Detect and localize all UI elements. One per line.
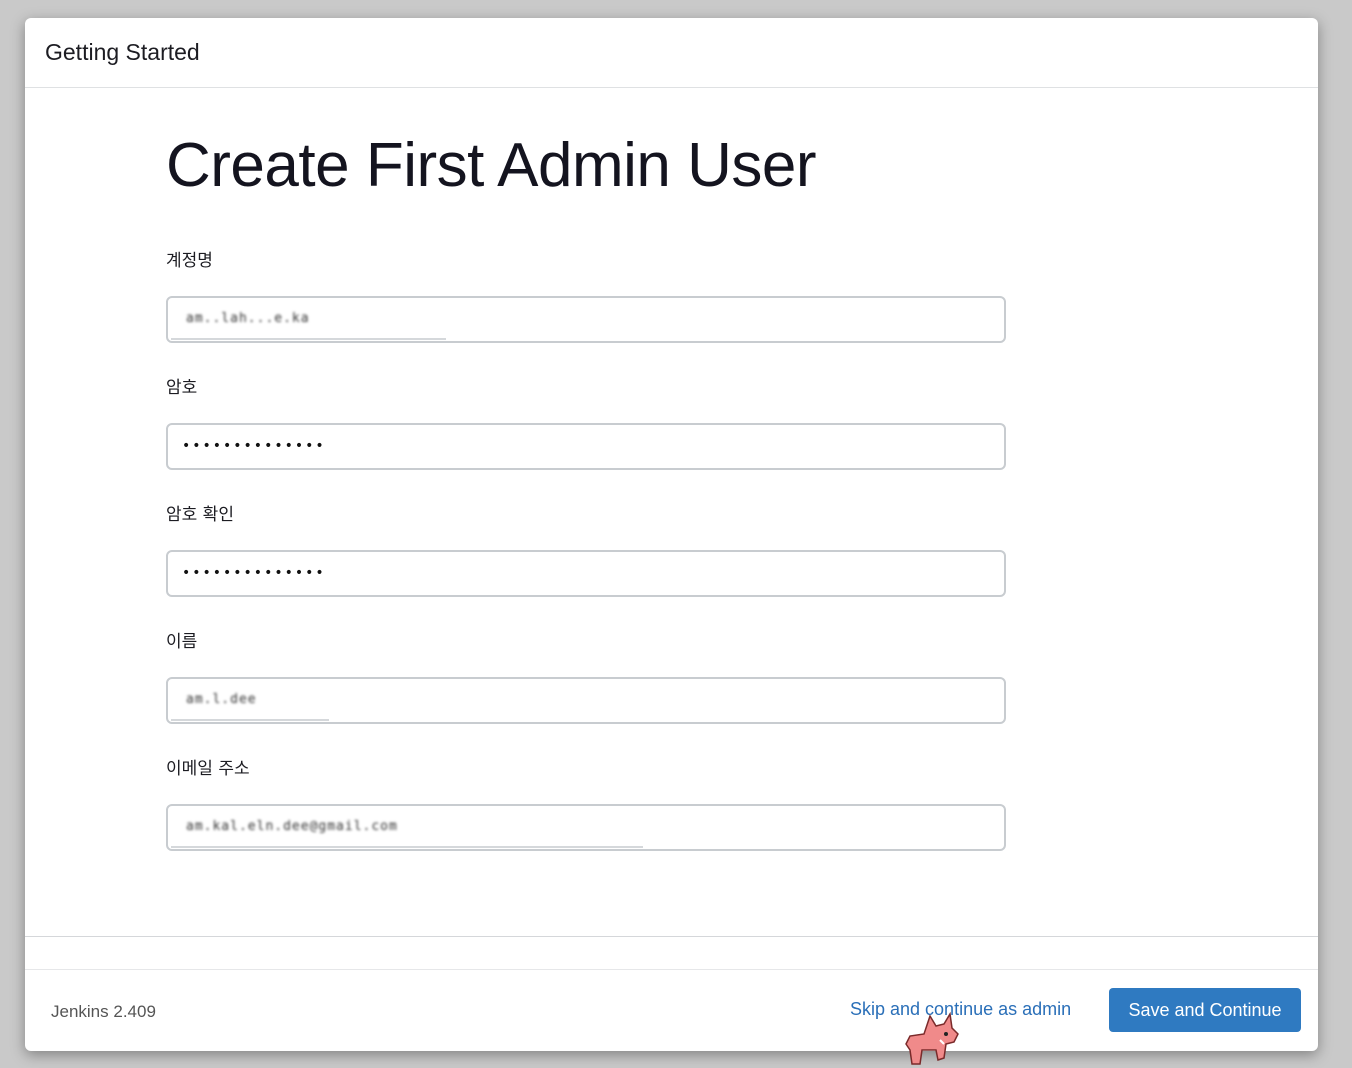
footer-divider-secondary [25, 969, 1318, 970]
save-continue-button[interactable]: Save and Continue [1109, 988, 1301, 1032]
email-input[interactable]: am.kal.eln.dee@gmail.com [166, 804, 1006, 851]
username-label: 계정명 [166, 251, 213, 271]
dialog-title: Getting Started [45, 39, 200, 65]
fullname-value: am.l.dee [186, 692, 257, 707]
cat-cursor-icon [905, 1011, 959, 1065]
fullname-label: 이름 [166, 632, 198, 652]
email-field: 이메일 주소 am.kal.eln.dee@gmail.com [166, 758, 1006, 851]
setup-dialog: Getting Started Create First Admin User … [25, 18, 1318, 1051]
password-confirm-label: 암호 확인 [166, 505, 234, 525]
password-confirm-input[interactable]: •••••••••••••• [166, 550, 1006, 597]
username-input[interactable]: am..lah...e.ka [166, 296, 1006, 343]
password-input[interactable]: •••••••••••••• [166, 423, 1006, 470]
page-title: Create First Admin User [166, 131, 817, 200]
fullname-input[interactable]: am.l.dee [166, 677, 1006, 724]
password-confirm-field: 암호 확인 •••••••••••••• [166, 504, 1006, 597]
password-confirm-value: •••••••••••••• [182, 565, 326, 581]
form-content: Create First Admin User 계정명 am..lah...e.… [166, 130, 1006, 851]
fullname-field: 이름 am.l.dee [166, 631, 1006, 724]
password-label: 암호 [166, 378, 198, 398]
password-field: 암호 •••••••••••••• [166, 377, 1006, 470]
username-value: am..lah...e.ka [186, 311, 310, 326]
username-field: 계정명 am..lah...e.ka [166, 250, 1006, 343]
email-value: am.kal.eln.dee@gmail.com [186, 819, 398, 834]
email-label: 이메일 주소 [166, 759, 250, 779]
dialog-header: Getting Started [25, 18, 1318, 88]
version-label: Jenkins 2.409 [51, 1002, 156, 1021]
footer-divider [25, 936, 1318, 937]
password-value: •••••••••••••• [182, 438, 326, 454]
